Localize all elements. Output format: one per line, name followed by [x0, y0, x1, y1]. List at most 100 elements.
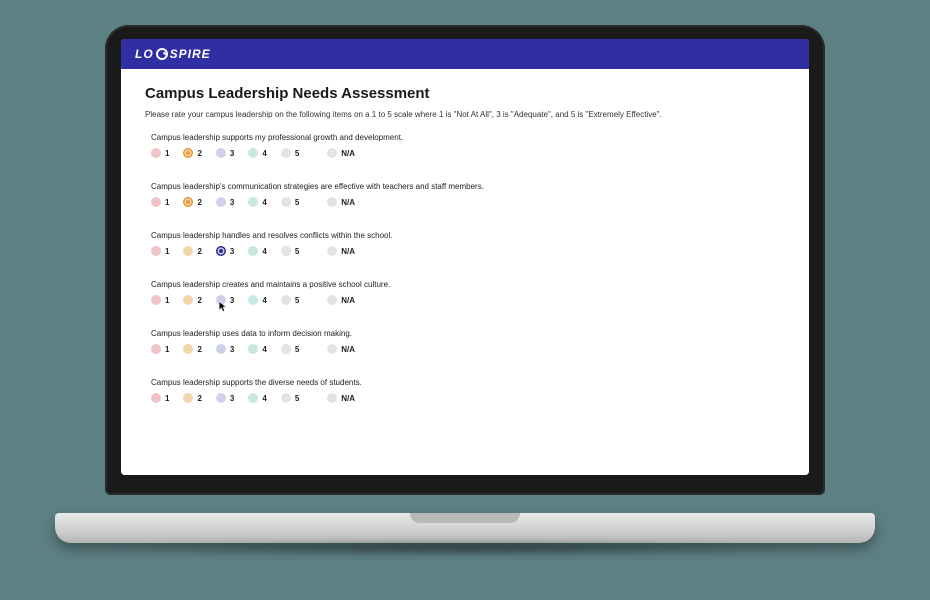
rating-option-3[interactable]: 3 — [216, 246, 234, 256]
radio-5[interactable] — [281, 344, 291, 354]
radio-3[interactable] — [216, 197, 226, 207]
rating-option-4[interactable]: 4 — [248, 393, 266, 403]
option-label: 3 — [230, 149, 234, 158]
rating-option-3[interactable]: 3 — [216, 295, 234, 305]
option-label: 5 — [295, 247, 299, 256]
rating-option-2[interactable]: 2 — [183, 344, 201, 354]
rating-option-5[interactable]: 5 — [281, 295, 299, 305]
radio-4[interactable] — [248, 295, 258, 305]
rating-option-3[interactable]: 3 — [216, 393, 234, 403]
option-row: 1 2 3 4 5 N/A — [151, 393, 779, 403]
rating-option-na[interactable]: N/A — [327, 197, 355, 207]
question-block: Campus leadership's communication strate… — [151, 182, 779, 207]
radio-1[interactable] — [151, 197, 161, 207]
radio-5[interactable] — [281, 197, 291, 207]
option-label: 3 — [230, 394, 234, 403]
screen: LO SPIRE Campus Leadership Needs Assessm… — [121, 39, 809, 475]
option-row: 1 2 3 4 5 N/A — [151, 197, 779, 207]
radio-3[interactable] — [216, 246, 226, 256]
radio-3[interactable] — [216, 344, 226, 354]
radio-na[interactable] — [327, 197, 337, 207]
rating-option-5[interactable]: 5 — [281, 344, 299, 354]
option-label: 2 — [197, 345, 201, 354]
radio-1[interactable] — [151, 148, 161, 158]
rating-option-4[interactable]: 4 — [248, 246, 266, 256]
option-label: 1 — [165, 247, 169, 256]
rating-option-na[interactable]: N/A — [327, 246, 355, 256]
rating-option-2[interactable]: 2 — [183, 246, 201, 256]
radio-5[interactable] — [281, 295, 291, 305]
radio-4[interactable] — [248, 393, 258, 403]
rating-option-1[interactable]: 1 — [151, 197, 169, 207]
question-block: Campus leadership supports the diverse n… — [151, 378, 779, 403]
radio-3[interactable] — [216, 148, 226, 158]
radio-5[interactable] — [281, 246, 291, 256]
rating-option-na[interactable]: N/A — [327, 148, 355, 158]
radio-1[interactable] — [151, 246, 161, 256]
rating-option-1[interactable]: 1 — [151, 344, 169, 354]
radio-2[interactable] — [183, 344, 193, 354]
radio-1[interactable] — [151, 295, 161, 305]
rating-option-2[interactable]: 2 — [183, 295, 201, 305]
option-row: 1 2 3 4 5 N/A — [151, 295, 779, 305]
radio-na[interactable] — [327, 148, 337, 158]
rating-option-4[interactable]: 4 — [248, 197, 266, 207]
option-label: 2 — [197, 198, 201, 207]
option-label: N/A — [341, 394, 355, 403]
option-label: 2 — [197, 149, 201, 158]
question-block: Campus leadership uses data to inform de… — [151, 329, 779, 354]
rating-option-3[interactable]: 3 — [216, 344, 234, 354]
rating-option-1[interactable]: 1 — [151, 295, 169, 305]
page-subtitle: Please rate your campus leadership on th… — [145, 110, 785, 119]
radio-5[interactable] — [281, 148, 291, 158]
radio-2[interactable] — [183, 148, 193, 158]
option-row: 1 2 3 4 5 N/A — [151, 246, 779, 256]
radio-4[interactable] — [248, 197, 258, 207]
radio-na[interactable] — [327, 393, 337, 403]
rating-option-5[interactable]: 5 — [281, 246, 299, 256]
rating-option-5[interactable]: 5 — [281, 393, 299, 403]
radio-4[interactable] — [248, 148, 258, 158]
rating-option-5[interactable]: 5 — [281, 148, 299, 158]
radio-1[interactable] — [151, 344, 161, 354]
rating-option-na[interactable]: N/A — [327, 344, 355, 354]
rating-option-3[interactable]: 3 — [216, 197, 234, 207]
radio-4[interactable] — [248, 246, 258, 256]
rating-option-4[interactable]: 4 — [248, 344, 266, 354]
rating-option-2[interactable]: 2 — [183, 197, 201, 207]
question-text: Campus leadership supports the diverse n… — [151, 378, 779, 387]
radio-5[interactable] — [281, 393, 291, 403]
radio-2[interactable] — [183, 246, 193, 256]
radio-2[interactable] — [183, 393, 193, 403]
rating-option-1[interactable]: 1 — [151, 148, 169, 158]
brand-loop-icon — [156, 48, 168, 60]
radio-na[interactable] — [327, 295, 337, 305]
laptop-frame: LO SPIRE Campus Leadership Needs Assessm… — [55, 25, 875, 565]
rating-option-2[interactable]: 2 — [183, 148, 201, 158]
rating-option-3[interactable]: 3 — [216, 148, 234, 158]
rating-option-2[interactable]: 2 — [183, 393, 201, 403]
rating-option-4[interactable]: 4 — [248, 295, 266, 305]
option-label: 4 — [262, 149, 266, 158]
rating-option-na[interactable]: N/A — [327, 393, 355, 403]
rating-option-1[interactable]: 1 — [151, 246, 169, 256]
rating-option-4[interactable]: 4 — [248, 148, 266, 158]
option-label: N/A — [341, 149, 355, 158]
radio-na[interactable] — [327, 344, 337, 354]
radio-2[interactable] — [183, 197, 193, 207]
radio-1[interactable] — [151, 393, 161, 403]
radio-na[interactable] — [327, 246, 337, 256]
radio-3[interactable] — [216, 295, 226, 305]
bottom-fade — [121, 405, 809, 475]
question-block: Campus leadership handles and resolves c… — [151, 231, 779, 256]
option-label: 4 — [262, 345, 266, 354]
option-label: 1 — [165, 149, 169, 158]
rating-option-5[interactable]: 5 — [281, 197, 299, 207]
radio-4[interactable] — [248, 344, 258, 354]
radio-3[interactable] — [216, 393, 226, 403]
radio-2[interactable] — [183, 295, 193, 305]
option-label: 5 — [295, 345, 299, 354]
rating-option-1[interactable]: 1 — [151, 393, 169, 403]
option-label: 2 — [197, 247, 201, 256]
rating-option-na[interactable]: N/A — [327, 295, 355, 305]
